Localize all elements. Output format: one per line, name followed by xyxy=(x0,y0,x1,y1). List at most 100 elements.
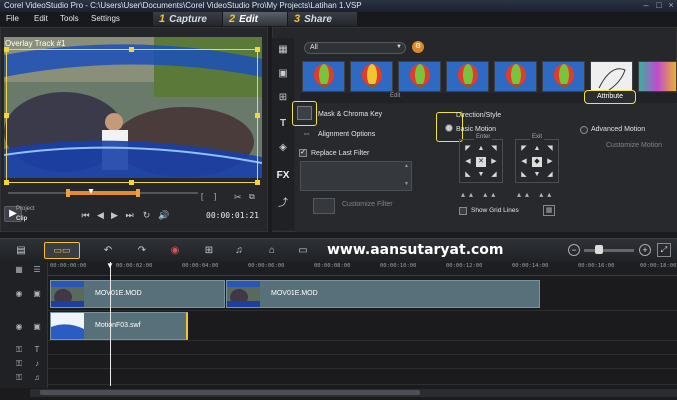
trim-scrubber[interactable] xyxy=(8,189,198,197)
arrow-icon[interactable]: ▲ xyxy=(532,144,542,154)
mask-chroma-key-label[interactable]: Mask & Chroma Key xyxy=(318,111,382,118)
library-thumbnail[interactable] xyxy=(350,61,393,92)
tab-edit[interactable]: 2 Edit xyxy=(223,12,287,26)
arrow-icon[interactable]: ◀ xyxy=(519,157,529,167)
arrow-icon[interactable]: ◥ xyxy=(545,144,555,154)
arrow-icon[interactable]: ▶ xyxy=(545,157,555,167)
zoom-in-icon[interactable]: + xyxy=(639,244,651,256)
record-capture-icon[interactable]: ◉ xyxy=(166,244,184,258)
next-icon[interactable]: ▶ xyxy=(109,210,120,221)
title-track[interactable] xyxy=(48,341,677,355)
track-manager-icon[interactable]: ▦ xyxy=(12,265,26,275)
mask-chroma-icon[interactable] xyxy=(297,106,312,120)
resize-handle[interactable] xyxy=(4,47,9,52)
cut-icon[interactable]: ✂ xyxy=(234,192,244,202)
alignment-icon[interactable]: ⇔ xyxy=(302,128,312,138)
library-thumbnail[interactable] xyxy=(494,61,537,92)
basic-motion-radio[interactable] xyxy=(445,124,453,132)
resize-handle[interactable] xyxy=(129,47,134,52)
overlay-clip[interactable]: MotionF03.swf xyxy=(50,312,188,340)
sound-mixer-icon[interactable]: ⊞ xyxy=(200,244,218,258)
graphic-icon[interactable]: ◈ xyxy=(276,142,290,154)
arrow-icon[interactable]: ◢ xyxy=(545,170,555,180)
grid-options-icon[interactable]: ▦ xyxy=(543,205,555,216)
eye-icon[interactable]: ◉ xyxy=(12,322,26,332)
advanced-motion-radio[interactable] xyxy=(580,126,588,134)
path-icon[interactable]: ⤴ xyxy=(276,198,290,210)
filter-list-scrollbar[interactable]: ▲ ▼ xyxy=(404,163,410,189)
playhead-marker-icon[interactable]: ▼ xyxy=(106,262,115,270)
zoom-slider[interactable] xyxy=(584,249,634,252)
voice-track[interactable] xyxy=(48,355,677,369)
lock-icon[interactable]: ⚿ xyxy=(12,345,26,355)
resize-handle[interactable] xyxy=(255,47,260,52)
resize-handle[interactable] xyxy=(255,113,260,118)
music-track[interactable] xyxy=(48,369,677,385)
clip-mode-label[interactable]: Clip xyxy=(16,216,27,222)
redo-icon[interactable]: ↷ xyxy=(133,244,151,258)
timecode[interactable]: 00:00:01:21 xyxy=(206,211,259,220)
lock-icon[interactable]: ⚿ xyxy=(12,373,26,383)
auto-music-icon[interactable]: ♫ xyxy=(230,244,248,258)
arrow-icon[interactable]: ▶ xyxy=(489,157,499,167)
arrow-icon[interactable]: ◤ xyxy=(463,144,473,154)
tab-edit-options[interactable]: Edit xyxy=(390,93,400,99)
library-thumbnail[interactable] xyxy=(302,61,345,92)
video-clip[interactable]: MOV01E.MOD xyxy=(226,280,540,308)
arrow-icon[interactable]: ▼ xyxy=(532,170,542,180)
browse-icon[interactable]: ⚙ xyxy=(412,41,424,53)
timeline-view-button[interactable]: ▭▭ xyxy=(44,242,80,259)
eye-icon[interactable]: ◉ xyxy=(12,289,26,299)
filter-icon[interactable]: FX xyxy=(276,170,290,182)
end-icon[interactable]: ⏭ xyxy=(124,210,135,221)
minimize-icon[interactable]: – xyxy=(641,0,651,10)
arrow-icon[interactable]: ◀ xyxy=(463,157,473,167)
arrow-icon[interactable]: ◤ xyxy=(519,144,529,154)
library-filter-select[interactable]: All xyxy=(304,42,406,54)
library-thumbnail[interactable] xyxy=(446,61,489,92)
enlarge-icon[interactable]: ⧉ xyxy=(249,192,259,202)
tab-share[interactable]: 3 Share xyxy=(288,12,357,26)
zoom-out-icon[interactable]: − xyxy=(568,244,580,256)
list-icon[interactable]: ☰ xyxy=(30,265,44,275)
title-icon[interactable]: T xyxy=(276,118,290,130)
mark-in-icon[interactable]: [ xyxy=(201,192,211,202)
storyboard-view-icon[interactable]: ▤ xyxy=(12,244,30,258)
playhead[interactable] xyxy=(110,262,111,386)
close-icon[interactable]: × xyxy=(666,0,676,10)
arrow-icon[interactable]: ◥ xyxy=(489,144,499,154)
arrow-icon[interactable]: ▼ xyxy=(476,170,486,180)
undo-icon[interactable]: ↶ xyxy=(99,244,117,258)
resize-handle[interactable] xyxy=(4,180,9,185)
center-icon[interactable]: ◆ xyxy=(532,157,542,167)
mark-out-icon[interactable]: ] xyxy=(214,192,224,202)
alignment-options-label[interactable]: Alignment Options xyxy=(318,131,375,138)
library-thumbnail[interactable] xyxy=(542,61,585,92)
resize-handle[interactable] xyxy=(255,180,260,185)
transition-icon[interactable]: ⊞ xyxy=(276,92,290,104)
pause-duration-icons[interactable]: ▴▴ ▴▴ xyxy=(461,190,499,199)
tab-capture[interactable]: 1 Capture xyxy=(153,12,222,26)
arrow-icon[interactable]: ◣ xyxy=(463,170,473,180)
library-thumbnail[interactable] xyxy=(398,61,441,92)
lock-icon[interactable]: ⚿ xyxy=(12,359,26,369)
library-thumbnail[interactable] xyxy=(590,61,633,92)
menu-edit[interactable]: Edit xyxy=(34,12,48,26)
filter-list[interactable] xyxy=(300,161,412,191)
zoom-slider-thumb[interactable] xyxy=(595,245,603,254)
chevron-down-icon[interactable]: ▼ xyxy=(396,44,402,50)
resize-handle[interactable] xyxy=(129,180,134,185)
menu-tools[interactable]: Tools xyxy=(60,12,79,26)
previous-icon[interactable]: ◀ xyxy=(95,210,106,221)
menu-file[interactable]: File xyxy=(6,12,19,26)
scrollbar-thumb[interactable] xyxy=(40,390,420,395)
arrow-icon[interactable]: ◢ xyxy=(489,170,499,180)
volume-icon[interactable]: 🔊 xyxy=(158,210,169,221)
video-clip[interactable]: MOV01E.MOD xyxy=(50,280,225,308)
tab-attribute[interactable]: Attribute xyxy=(584,90,636,104)
replace-last-filter-checkbox[interactable]: ✓ xyxy=(299,149,307,157)
maximize-icon[interactable]: □ xyxy=(654,0,664,10)
customize-motion-button[interactable]: Customize Motion xyxy=(606,142,662,149)
subtitle-icon[interactable]: ▭ xyxy=(294,244,312,258)
pause-duration-icons[interactable]: ▴▴ ▴▴ xyxy=(517,190,555,199)
